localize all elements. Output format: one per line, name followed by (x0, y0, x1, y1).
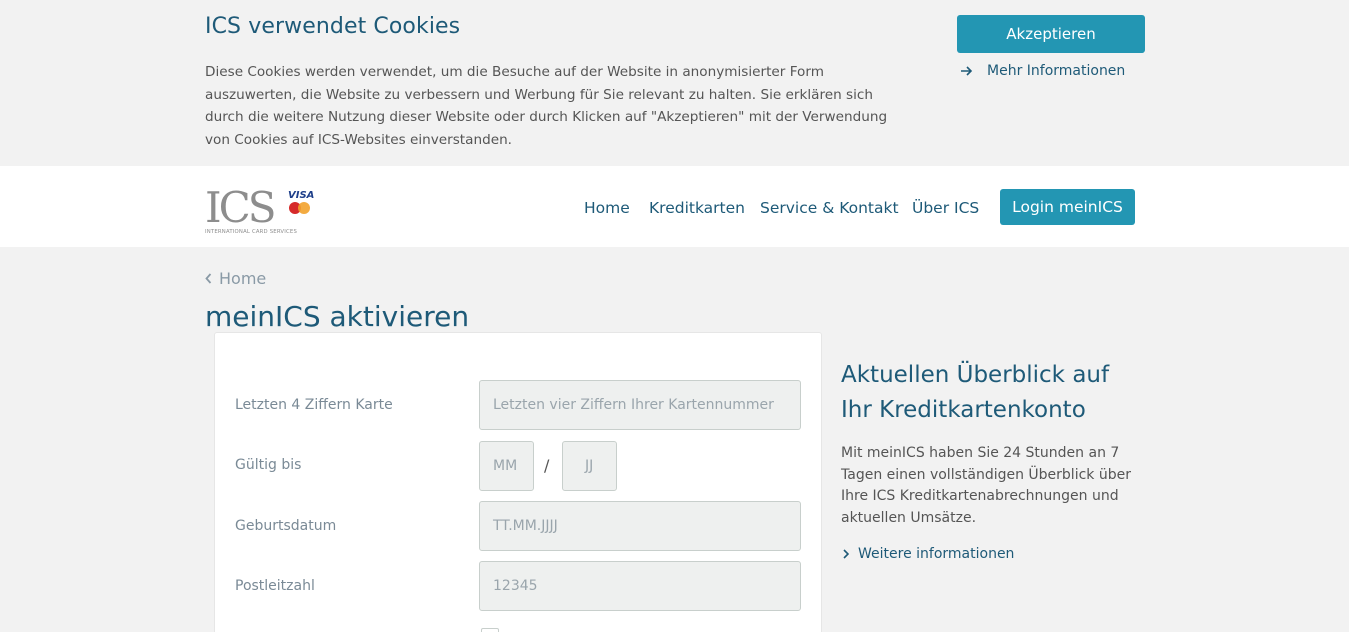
more-info-link[interactable]: Mehr Informationen (961, 63, 1125, 79)
accept-cookies-button[interactable]: Akzeptieren (957, 15, 1145, 53)
breadcrumb-home: Home (219, 269, 267, 288)
more-information-link[interactable]: Weitere informationen (843, 546, 1014, 562)
breadcrumb[interactable]: Home (205, 269, 266, 288)
terms-checkbox[interactable] (481, 628, 499, 632)
birthdate-label: Geburtsdatum (235, 518, 337, 534)
zip-input[interactable]: 12345 (479, 561, 801, 611)
year-placeholder: JJ (585, 458, 594, 474)
svg-text:ICS: ICS (205, 186, 274, 232)
month-input[interactable]: MM (479, 441, 534, 491)
nav-home[interactable]: Home (584, 199, 630, 217)
arrow-right-icon (961, 66, 975, 76)
svg-text:INTERNATIONAL CARD SERVICES: INTERNATIONAL CARD SERVICES (205, 229, 297, 234)
site-header: ICS VISA INTERNATIONAL CARD SERVICES Hom… (0, 166, 1349, 247)
card-digits-input[interactable]: Letzten vier Ziffern Ihrer Kartennummer (479, 380, 801, 430)
chevron-right-icon (843, 549, 849, 559)
side-text: Mit meinICS haben Sie 24 Stunden an 7 Ta… (841, 445, 1131, 526)
nav-ueber-ics[interactable]: Über ICS (912, 199, 979, 217)
card-digits-placeholder: Letzten vier Ziffern Ihrer Kartennummer (493, 397, 774, 413)
more-info-label: Mehr Informationen (987, 63, 1126, 79)
side-title: Aktuellen Überblick auf Ihr Kreditkarten… (841, 362, 1110, 423)
more-information-label: Weitere informationen (858, 546, 1015, 562)
zip-label: Postleitzahl (235, 578, 315, 594)
cookie-title: ICS verwendet Cookies (205, 14, 461, 39)
cookie-banner: ICS verwendet Cookies Diese Cookies werd… (0, 0, 1349, 166)
zip-placeholder: 12345 (493, 578, 538, 594)
nav-service-kontakt[interactable]: Service & Kontakt (760, 199, 899, 217)
valid-until-label: Gültig bis (235, 457, 302, 473)
login-button[interactable]: Login meinICS (1000, 189, 1135, 225)
chevron-left-icon (205, 273, 212, 284)
month-placeholder: MM (493, 458, 518, 474)
svg-text:VISA: VISA (288, 190, 314, 201)
page-title: meinICS aktivieren (205, 300, 470, 333)
nav-kreditkarten[interactable]: Kreditkarten (649, 199, 745, 217)
ics-logo[interactable]: ICS VISA INTERNATIONAL CARD SERVICES (205, 183, 321, 235)
birthdate-input[interactable]: TT.MM.JJJJ (479, 501, 801, 551)
cookie-text: Diese Cookies werden verwendet, um die B… (205, 64, 888, 148)
card-digits-label: Letzten 4 Ziffern Karte (235, 397, 393, 413)
birthdate-placeholder: TT.MM.JJJJ (493, 518, 558, 534)
date-separator: / (544, 456, 550, 475)
year-input[interactable]: JJ (562, 441, 617, 491)
